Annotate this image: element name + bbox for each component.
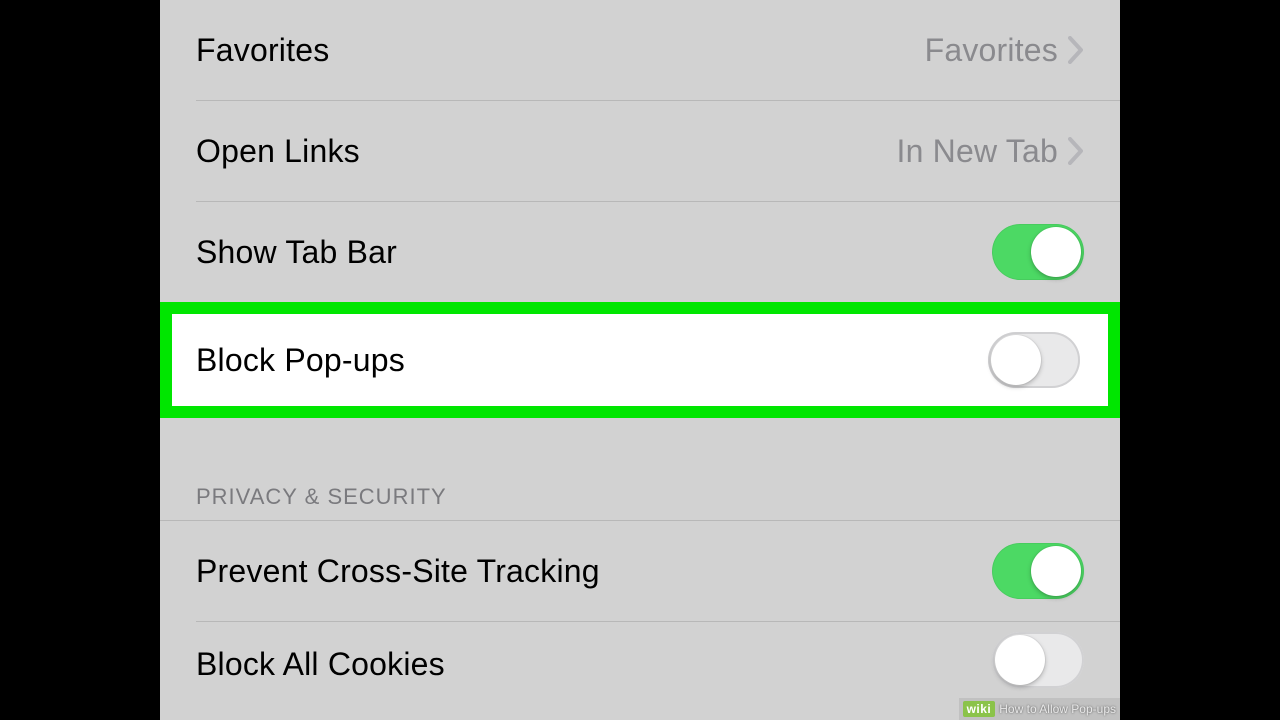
row-value-group: Favorites [925, 32, 1084, 69]
toggle-knob [995, 635, 1045, 685]
toggle-block-popups[interactable] [988, 332, 1080, 388]
highlight-block-popups: Block Pop-ups [160, 302, 1120, 418]
watermark: wiki How to Allow Pop-ups [959, 698, 1120, 720]
row-value: Favorites [925, 32, 1058, 69]
row-label: Block Pop-ups [196, 342, 405, 379]
settings-row-block-popups: Block Pop-ups [172, 314, 1108, 406]
section-gap [160, 418, 1120, 484]
wikihow-logo: wiki [963, 701, 996, 717]
toggle-prevent-tracking[interactable] [992, 543, 1084, 599]
toggle-block-cookies[interactable] [992, 632, 1084, 688]
row-value: In New Tab [897, 133, 1059, 170]
toggle-knob [991, 335, 1041, 385]
settings-screen: Favorites Favorites Open Links In New Ta… [160, 0, 1120, 720]
settings-row-open-links[interactable]: Open Links In New Tab [160, 101, 1120, 201]
watermark-text: How to Allow Pop-ups [999, 702, 1116, 716]
row-label: Show Tab Bar [196, 234, 397, 271]
toggle-knob [1031, 546, 1081, 596]
chevron-right-icon [1068, 137, 1084, 165]
settings-row-prevent-tracking: Prevent Cross-Site Tracking [160, 521, 1120, 621]
section-header-privacy: PRIVACY & SECURITY [160, 484, 1120, 520]
settings-row-favorites[interactable]: Favorites Favorites [160, 0, 1120, 100]
row-value-group: In New Tab [897, 133, 1085, 170]
row-label: Block All Cookies [196, 646, 445, 683]
toggle-show-tab-bar[interactable] [992, 224, 1084, 280]
row-label: Prevent Cross-Site Tracking [196, 553, 600, 590]
row-label: Open Links [196, 133, 360, 170]
toggle-knob [1031, 227, 1081, 277]
row-label: Favorites [196, 32, 329, 69]
settings-row-block-cookies: Block All Cookies [160, 622, 1120, 682]
chevron-right-icon [1068, 36, 1084, 64]
settings-row-show-tab-bar: Show Tab Bar [160, 202, 1120, 302]
